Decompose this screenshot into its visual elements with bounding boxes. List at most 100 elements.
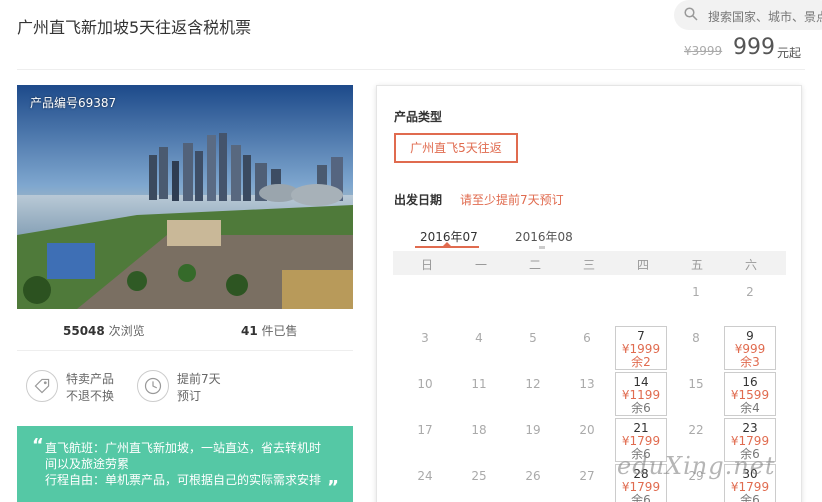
day-number: 7: [637, 329, 645, 343]
day-number: 26: [525, 469, 541, 483]
calendar-day: 8: [670, 330, 722, 374]
calendar-day-available[interactable]: 14 ¥1199 余6: [615, 372, 667, 416]
calendar-day: 17: [399, 422, 451, 466]
day-remaining: 余6: [631, 493, 651, 502]
departure-date-label: 出发日期: [394, 193, 443, 207]
calendar-day: 4: [453, 330, 505, 374]
sold-label: 件已售: [257, 324, 298, 338]
tag-icon: [26, 370, 58, 402]
feature-line2: 不退不换: [66, 389, 115, 403]
calendar-day: 13: [561, 376, 613, 420]
page-title: 广州直飞新加坡5天往返含税机票: [17, 18, 252, 37]
day-number: 14: [633, 375, 649, 389]
weekday: 六: [744, 258, 757, 272]
day-remaining: 余2: [631, 355, 651, 369]
day-number: 19: [525, 423, 541, 437]
weekday: 一: [474, 258, 487, 272]
day-number: 21: [633, 421, 649, 435]
calendar-day-available[interactable]: 16 ¥1599 余4: [724, 372, 776, 416]
quote-open-icon: “: [32, 435, 44, 456]
calendar-day-available[interactable]: 7 ¥1999 余2: [615, 326, 667, 370]
product-stats: 55048 次浏览 41 件已售: [17, 322, 353, 342]
clock-icon: [137, 370, 169, 402]
sold-stat: 41 件已售: [241, 322, 298, 339]
weekday: 五: [690, 258, 703, 272]
calendar-day: 1: [670, 284, 722, 328]
calendar-day: 5: [507, 330, 559, 374]
booking-panel: 产品类型 广州直飞5天往返 出发日期 请至少提前7天预订 2016年07 201…: [376, 85, 802, 502]
product-type-label: 产品类型: [394, 110, 443, 124]
feature-line1: 特卖产品: [66, 372, 115, 386]
day-number: 18: [471, 423, 487, 437]
day-remaining: 余3: [740, 355, 760, 369]
calendar-day-available[interactable]: 9 ¥999 余3: [724, 326, 776, 370]
views-stat: 55048 次浏览: [63, 322, 145, 339]
day-number: 13: [579, 377, 595, 391]
calendar-day: 6: [561, 330, 613, 374]
day-number: 11: [471, 377, 487, 391]
calendar-day: 12: [507, 376, 559, 420]
day-number: 8: [692, 331, 700, 345]
product-photo: [17, 85, 353, 309]
calendar-day: 11: [453, 376, 505, 420]
weekday: 二: [528, 258, 541, 272]
calendar-day: 3: [399, 330, 451, 374]
search-input[interactable]: 搜索国家、城市、景点: [708, 8, 822, 25]
day-remaining: 余6: [740, 493, 760, 502]
day-number: 9: [746, 329, 754, 343]
weekday-header: 日 一 二 三 四 五 六: [393, 251, 786, 275]
day-number: 22: [688, 423, 704, 437]
active-month-underline: [415, 246, 479, 248]
feature-line1: 提前7天: [177, 372, 221, 386]
day-number: 16: [742, 375, 758, 389]
sold-count: 41: [241, 324, 258, 338]
day-number: 12: [525, 377, 541, 391]
weekday: 日: [420, 258, 433, 272]
calendar-day: 25: [453, 468, 505, 502]
calendar-day: 19: [507, 422, 559, 466]
day-number: 25: [471, 469, 487, 483]
day-number: 24: [417, 469, 433, 483]
page-header: 广州直飞新加坡5天往返含税机票 搜索国家、城市、景点 ¥3999 999 元起: [0, 0, 822, 70]
day-number: 5: [529, 331, 537, 345]
search-icon: [684, 7, 698, 21]
day-number: 27: [579, 469, 595, 483]
calendar-day: 2: [724, 284, 776, 328]
day-remaining: 余6: [631, 401, 651, 415]
product-number: 产品编号69387: [30, 96, 117, 110]
calendar-day: 18: [453, 422, 505, 466]
weekday: 三: [582, 258, 595, 272]
day-number: 2: [746, 285, 754, 299]
day-number: 15: [688, 377, 704, 391]
booking-hint: 请至少提前7天预订: [460, 193, 564, 207]
day-number: 23: [742, 421, 758, 435]
product-description: “ 直飞航班：广州直飞新加坡，一站直达，省去转机时间以及旅途劳累 行程自由：单机…: [17, 426, 353, 502]
search-box[interactable]: 搜索国家、城市、景点: [674, 0, 822, 30]
views-label: 次浏览: [104, 324, 145, 338]
sale-price: 999: [733, 35, 775, 60]
weekday: 四: [636, 258, 649, 272]
price-unit: 元起: [777, 46, 802, 60]
product-type-option[interactable]: 广州直飞5天往返: [394, 133, 518, 163]
views-count: 55048: [63, 324, 105, 338]
watermark: eduXing.net: [617, 452, 776, 480]
tab-month-2016-08[interactable]: 2016年08: [515, 228, 573, 245]
quote-close-icon: ”: [327, 477, 339, 498]
feature-line2: 预订: [177, 389, 202, 403]
day-number: 20: [579, 423, 595, 437]
day-remaining: 余4: [740, 401, 760, 415]
day-number: 4: [475, 331, 483, 345]
day-number: 17: [417, 423, 433, 437]
calendar-day: 27: [561, 468, 613, 502]
description-line: 直飞航班：广州直飞新加坡，一站直达，省去转机时间以及旅途劳累: [45, 441, 322, 471]
day-number: 3: [421, 331, 429, 345]
day-number: 10: [417, 377, 433, 391]
original-price: ¥3999: [684, 44, 723, 58]
calendar-day: 20: [561, 422, 613, 466]
description-line: 行程自由：单机票产品，可根据自己的实际需求安排: [45, 473, 322, 487]
day-number: 1: [692, 285, 700, 299]
calendar-day: 26: [507, 468, 559, 502]
day-number: 6: [583, 331, 591, 345]
calendar-day: 24: [399, 468, 451, 502]
stats-divider: [17, 350, 353, 351]
